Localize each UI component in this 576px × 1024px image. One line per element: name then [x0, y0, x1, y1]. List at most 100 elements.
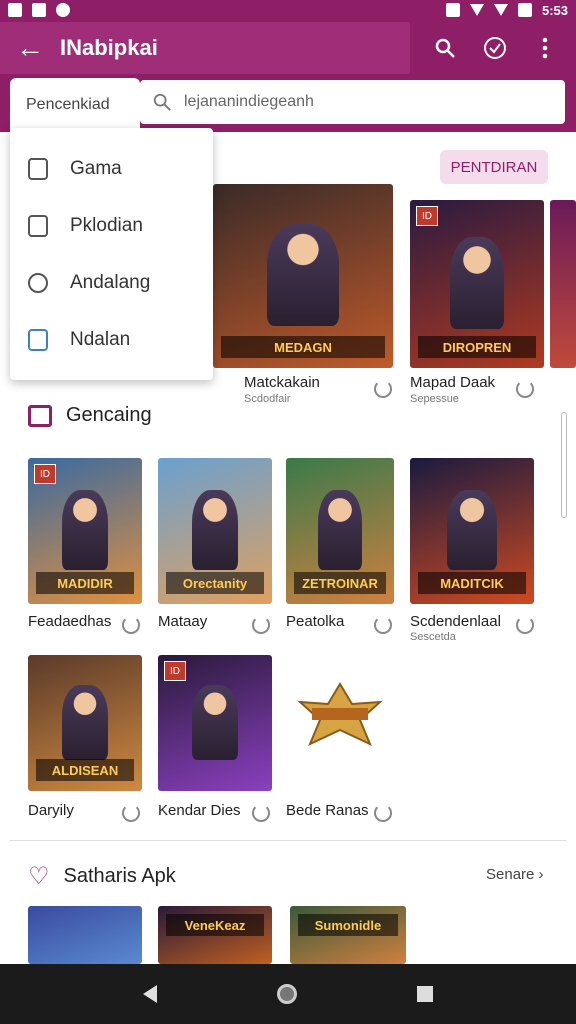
tile-banner: MADITCIK	[418, 572, 526, 594]
menu-item-label: Andalang	[70, 271, 151, 293]
app-name: Peatolka	[286, 613, 345, 630]
nav-recents-button[interactable]	[417, 986, 433, 1002]
history-button[interactable]	[482, 35, 508, 61]
calendar-check-icon	[28, 328, 48, 351]
message-icon	[32, 3, 46, 17]
store-icon	[28, 404, 52, 427]
tile-banner: ZETROINAR	[294, 572, 386, 594]
more-vert-icon	[542, 37, 548, 59]
section-title-text: Gencaing	[66, 404, 152, 426]
search-field[interactable]: lejananindiegeanh	[140, 80, 565, 124]
app-name: Mapad Daak	[410, 374, 496, 391]
app-name: Feadaedhas	[28, 613, 112, 630]
menu-item-label: Pklodian	[70, 214, 143, 236]
download-icon[interactable]	[374, 380, 392, 398]
clock-check-icon	[484, 37, 506, 59]
tile-banner: ALDISEAN	[36, 759, 134, 781]
game-art	[267, 224, 339, 326]
signal-icon	[493, 4, 508, 16]
more-options-button[interactable]	[532, 35, 558, 61]
app-tile-mapad-daak[interactable]: ID DIROPREN	[410, 200, 544, 368]
search-placeholder: lejananindiegeanh	[184, 93, 314, 110]
game-art	[318, 490, 362, 571]
chevron-right-icon: ›	[538, 866, 544, 883]
heart-icon: ♡	[28, 863, 50, 890]
scrollbar[interactable]	[561, 412, 567, 518]
menu-item-gama[interactable]: Gama	[10, 140, 213, 197]
download-icon[interactable]	[516, 380, 534, 398]
tile-banner: MEDAGN	[221, 336, 385, 358]
tablet-icon	[28, 214, 48, 237]
divider	[10, 840, 566, 841]
see-more-label: Senare	[486, 866, 535, 883]
app-tile-partial[interactable]	[550, 200, 576, 368]
search-row: Pencenkiad lejananindiegeanh	[0, 76, 576, 132]
app-tile[interactable]	[28, 906, 142, 964]
app-name: Kendar Dies	[158, 802, 241, 819]
menu-item-pklodian[interactable]: Pklodian	[10, 197, 213, 254]
alarm-icon	[445, 3, 460, 17]
category-dropdown: Gama Pklodian Andalang Ndalan	[10, 128, 213, 380]
section-title-text: Satharis Apk	[63, 865, 176, 887]
menu-item-label: Ndalan	[70, 328, 131, 350]
app-subtitle: Sepessue	[410, 393, 459, 405]
battery-icon	[517, 3, 532, 17]
download-icon[interactable]	[374, 804, 392, 822]
download-icon[interactable]	[122, 616, 140, 634]
download-icon[interactable]	[252, 804, 270, 822]
game-art	[450, 236, 504, 330]
app-name: Bede Ranas	[286, 802, 369, 819]
section-title-satharis: ♡ Satharis Apk	[28, 862, 176, 891]
search-icon	[153, 93, 171, 111]
tile-banner: VeneKeaz	[166, 914, 264, 936]
tile-banner: Orectanity	[166, 572, 264, 594]
app-notification-icon	[56, 3, 70, 17]
back-button[interactable]: ←	[0, 22, 60, 74]
game-art	[192, 490, 238, 571]
app-tile-matckakain[interactable]: MEDAGN	[213, 184, 393, 368]
arrow-back-icon: ←	[16, 32, 44, 63]
app-subtitle: Sescetda	[410, 631, 456, 643]
rating-badge: ID	[164, 661, 186, 681]
download-icon[interactable]	[252, 616, 270, 634]
see-more-link[interactable]: Senare ›	[486, 866, 544, 883]
app-tile-kendar-dies[interactable]: ID	[158, 655, 272, 791]
status-bar: 5:53	[0, 0, 576, 20]
featured-button[interactable]: PENTDIRAN	[440, 150, 548, 184]
status-time: 5:53	[541, 2, 568, 18]
app-tile[interactable]: VeneKeaz	[158, 906, 272, 964]
rating-badge: ID	[416, 206, 438, 226]
tile-banner: Sumonidle	[298, 914, 398, 936]
app-name: Matckakain	[244, 374, 320, 391]
game-art	[192, 684, 238, 760]
info-icon	[28, 272, 48, 293]
app-name: Mataay	[158, 613, 208, 630]
app-tile-scdendenlaal[interactable]: MADITCIK	[410, 458, 534, 604]
nav-back-button[interactable]	[143, 985, 157, 1003]
download-icon[interactable]	[374, 616, 392, 634]
download-icon[interactable]	[516, 616, 534, 634]
app-tile[interactable]: Sumonidle	[290, 906, 406, 964]
menu-item-ndalan[interactable]: Ndalan	[10, 311, 213, 368]
game-art	[62, 684, 108, 760]
system-nav-bar	[0, 964, 576, 1024]
gamepad-icon	[28, 157, 48, 180]
app-tile-mataay[interactable]: Orectanity	[158, 458, 272, 604]
app-tile-daryily[interactable]: ALDISEAN	[28, 655, 142, 791]
search-button[interactable]	[432, 35, 458, 61]
app-tile-bede-ranas[interactable]	[290, 680, 390, 750]
app-subtitle: Scdodfair	[244, 393, 291, 405]
menu-item-andalang[interactable]: Andalang	[10, 254, 213, 311]
notification-icon	[8, 3, 22, 17]
category-filter[interactable]: Pencenkiad	[10, 78, 140, 128]
menu-item-label: Gama	[70, 157, 122, 179]
app-name: Scdendenlaal	[410, 613, 501, 630]
app-tile-feadaedhas[interactable]: ID MADIDIR	[28, 458, 142, 604]
game-art	[447, 490, 497, 571]
download-icon[interactable]	[122, 804, 140, 822]
app-tile-peatolka[interactable]: ZETROINAR	[286, 458, 394, 604]
nav-home-button[interactable]	[277, 984, 297, 1004]
page-title: INabipkai	[60, 35, 158, 60]
app-bar: ← INabipkai	[0, 20, 576, 76]
app-name: Daryily	[28, 802, 74, 819]
